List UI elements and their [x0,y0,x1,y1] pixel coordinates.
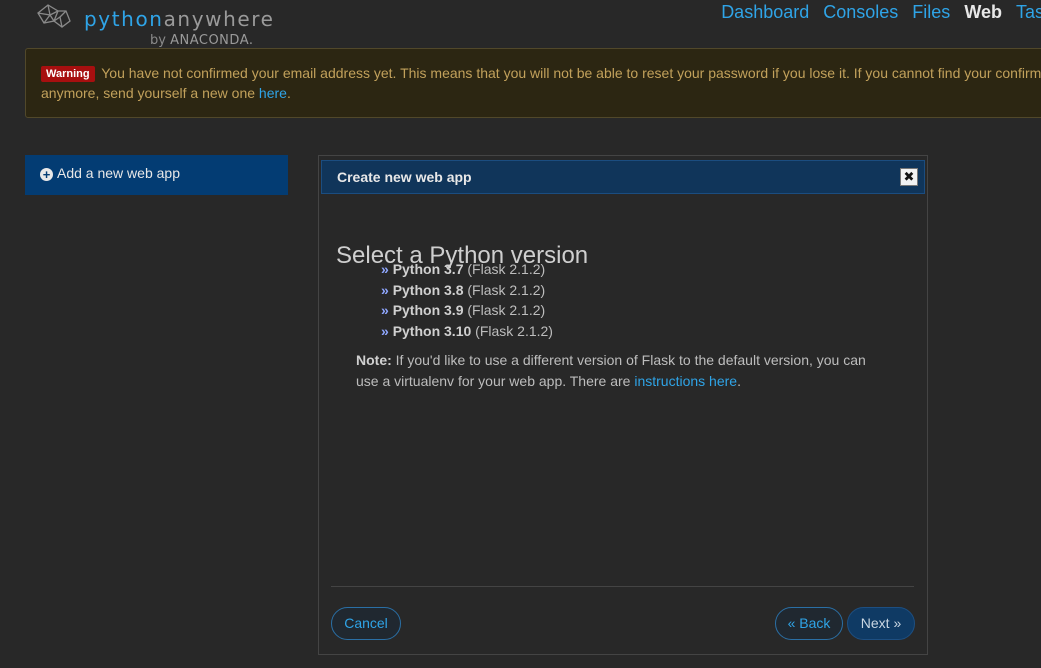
python-version-option[interactable]: » Python 3.8 (Flask 2.1.2) [381,280,553,301]
next-button[interactable]: Next » [847,607,915,640]
python-version-option[interactable]: » Python 3.9 (Flask 2.1.2) [381,300,553,321]
create-web-app-dialog: Create new web app ✖ Select a Python ver… [318,155,928,655]
by-anaconda: by ANACONDA. [150,33,254,48]
warning-message-line2: anymore, send yourself a new one [41,85,259,101]
brand-name: pythonanywhere [84,7,275,31]
warning-message: You have not confirmed your email addres… [101,65,1041,81]
nav-dashboard[interactable]: Dashboard [714,1,816,23]
nav-consoles[interactable]: Consoles [816,1,905,23]
dialog-title: Create new web app [337,169,472,185]
back-button[interactable]: « Back [775,607,843,640]
warning-badge: Warning [41,66,95,82]
python-version-list: » Python 3.7 (Flask 2.1.2) » Python 3.8 … [381,259,553,341]
nav-tasks[interactable]: Tas [1009,1,1041,23]
close-icon[interactable]: ✖ [900,168,918,186]
nav-web[interactable]: Web [957,1,1009,23]
nav-files[interactable]: Files [905,1,957,23]
pythonanywhere-logo[interactable]: pythonanywhere by ANACONDA. [36,3,276,49]
python-version-option[interactable]: » Python 3.7 (Flask 2.1.2) [381,259,553,280]
virtualenv-instructions-link[interactable]: instructions here [634,373,737,389]
email-warning-banner: Warning You have not confirmed your emai… [25,48,1041,118]
top-nav: Dashboard Consoles Files Web Tas [714,1,1041,23]
footer-divider [331,586,914,587]
plus-circle-icon: + [40,168,53,181]
python-version-option[interactable]: » Python 3.10 (Flask 2.1.2) [381,321,553,342]
add-new-web-app-button[interactable]: + Add a new web app [25,155,288,195]
resend-confirmation-link[interactable]: here [259,85,287,101]
snake-logo-icon [37,4,71,28]
dialog-header: Create new web app ✖ [321,160,925,194]
add-web-app-label: Add a new web app [57,165,180,181]
flask-version-note: Note: If you'd like to use a different v… [356,352,866,389]
cancel-button[interactable]: Cancel [331,607,401,640]
